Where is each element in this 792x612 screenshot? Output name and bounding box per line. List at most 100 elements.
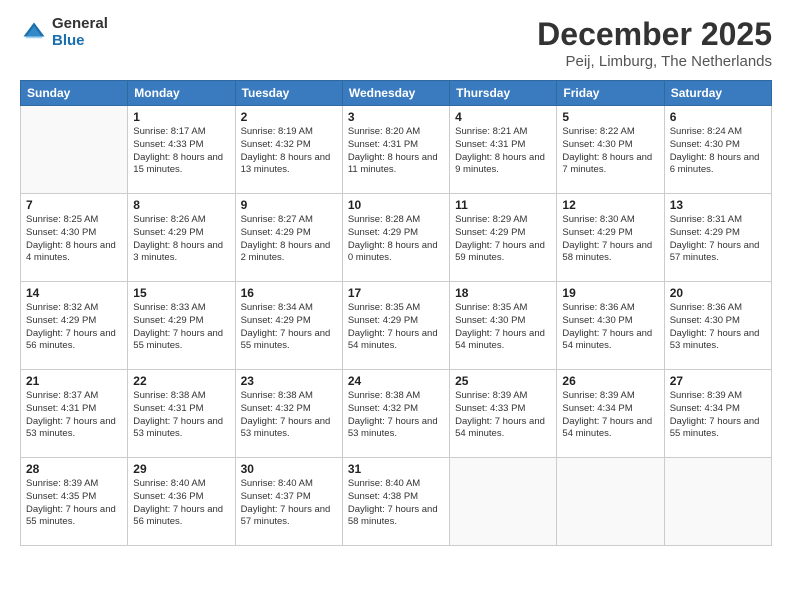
day-info: Sunrise: 8:35 AMSunset: 4:30 PMDaylight:… <box>455 302 551 353</box>
day-number: 2 <box>241 110 337 124</box>
day-info: Sunrise: 8:28 AMSunset: 4:29 PMDaylight:… <box>348 214 444 265</box>
day-number: 9 <box>241 198 337 212</box>
day-header: Sunday <box>21 81 128 106</box>
day-info: Sunrise: 8:17 AMSunset: 4:33 PMDaylight:… <box>133 126 229 177</box>
day-info: Sunrise: 8:39 AMSunset: 4:35 PMDaylight:… <box>26 478 122 529</box>
day-number: 20 <box>670 286 766 300</box>
day-cell: 15 Sunrise: 8:33 AMSunset: 4:29 PMDayligh… <box>128 282 235 370</box>
day-cell: 9 Sunrise: 8:27 AMSunset: 4:29 PMDaylight… <box>235 194 342 282</box>
day-number: 27 <box>670 374 766 388</box>
day-info: Sunrise: 8:21 AMSunset: 4:31 PMDaylight:… <box>455 126 551 177</box>
day-info: Sunrise: 8:27 AMSunset: 4:29 PMDaylight:… <box>241 214 337 265</box>
day-number: 6 <box>670 110 766 124</box>
day-cell: 12Sunrise: 8:30 AMSunset: 4:29 PMDayligh… <box>557 194 664 282</box>
day-cell <box>21 106 128 194</box>
day-header: Friday <box>557 81 664 106</box>
day-number: 5 <box>562 110 658 124</box>
day-info: Sunrise: 8:33 AMSunset: 4:29 PMDaylight:… <box>133 302 229 353</box>
day-cell: 31Sunrise: 8:40 AMSunset: 4:38 PMDayligh… <box>342 458 449 546</box>
day-number: 23 <box>241 374 337 388</box>
day-info: Sunrise: 8:38 AMSunset: 4:31 PMDaylight:… <box>133 390 229 441</box>
day-number: 30 <box>241 462 337 476</box>
day-number: 11 <box>455 198 551 212</box>
week-row: 21 Sunrise: 8:37 AMSunset: 4:31 PMDayligh… <box>21 370 772 458</box>
day-number: 28 <box>26 462 122 476</box>
day-info: Sunrise: 8:38 AMSunset: 4:32 PMDaylight:… <box>241 390 337 441</box>
day-number: 1 <box>133 110 229 124</box>
day-cell: 17 Sunrise: 8:35 AMSunset: 4:29 PMDayligh… <box>342 282 449 370</box>
day-info: Sunrise: 8:20 AMSunset: 4:31 PMDaylight:… <box>348 126 444 177</box>
day-number: 7 <box>26 198 122 212</box>
day-cell: 4Sunrise: 8:21 AMSunset: 4:31 PMDaylight… <box>450 106 557 194</box>
day-info: Sunrise: 8:19 AMSunset: 4:32 PMDaylight:… <box>241 126 337 177</box>
day-info: Sunrise: 8:40 AMSunset: 4:38 PMDaylight:… <box>348 478 444 529</box>
day-info: Sunrise: 8:40 AMSunset: 4:36 PMDaylight:… <box>133 478 229 529</box>
day-cell: 24 Sunrise: 8:38 AMSunset: 4:32 PMDayligh… <box>342 370 449 458</box>
day-cell: 6 Sunrise: 8:24 AMSunset: 4:30 PMDaylight… <box>664 106 771 194</box>
week-row: 1 Sunrise: 8:17 AMSunset: 4:33 PMDaylight… <box>21 106 772 194</box>
week-row: 28 Sunrise: 8:39 AMSunset: 4:35 PMDayligh… <box>21 458 772 546</box>
day-number: 15 <box>133 286 229 300</box>
day-number: 18 <box>455 286 551 300</box>
day-number: 17 <box>348 286 444 300</box>
day-number: 24 <box>348 374 444 388</box>
day-cell: 14 Sunrise: 8:32 AMSunset: 4:29 PMDayligh… <box>21 282 128 370</box>
day-cell: 13Sunrise: 8:31 AMSunset: 4:29 PMDayligh… <box>664 194 771 282</box>
day-number: 16 <box>241 286 337 300</box>
day-info: Sunrise: 8:32 AMSunset: 4:29 PMDaylight:… <box>26 302 122 353</box>
subtitle: Peij, Limburg, The Netherlands <box>537 53 772 70</box>
day-info: Sunrise: 8:37 AMSunset: 4:31 PMDaylight:… <box>26 390 122 441</box>
day-info: Sunrise: 8:36 AMSunset: 4:30 PMDaylight:… <box>562 302 658 353</box>
day-number: 10 <box>348 198 444 212</box>
day-cell: 26 Sunrise: 8:39 AMSunset: 4:34 PMDayligh… <box>557 370 664 458</box>
day-cell: 22 Sunrise: 8:38 AMSunset: 4:31 PMDayligh… <box>128 370 235 458</box>
day-info: Sunrise: 8:31 AMSunset: 4:29 PMDaylight:… <box>670 214 766 265</box>
header-row: SundayMondayTuesdayWednesdayThursdayFrid… <box>21 81 772 106</box>
day-info: Sunrise: 8:24 AMSunset: 4:30 PMDaylight:… <box>670 126 766 177</box>
day-number: 8 <box>133 198 229 212</box>
logo-general-text: General <box>52 16 108 33</box>
day-info: Sunrise: 8:25 AMSunset: 4:30 PMDaylight:… <box>26 214 122 265</box>
day-header: Saturday <box>664 81 771 106</box>
day-cell: 2 Sunrise: 8:19 AMSunset: 4:32 PMDaylight… <box>235 106 342 194</box>
day-cell <box>557 458 664 546</box>
day-cell <box>450 458 557 546</box>
day-info: Sunrise: 8:34 AMSunset: 4:29 PMDaylight:… <box>241 302 337 353</box>
logo-icon <box>20 19 48 47</box>
day-number: 14 <box>26 286 122 300</box>
day-cell: 20Sunrise: 8:36 AMSunset: 4:30 PMDayligh… <box>664 282 771 370</box>
day-cell: 28 Sunrise: 8:39 AMSunset: 4:35 PMDayligh… <box>21 458 128 546</box>
day-number: 21 <box>26 374 122 388</box>
page: General Blue December 2025 Peij, Limburg… <box>0 0 792 612</box>
day-cell: 1 Sunrise: 8:17 AMSunset: 4:33 PMDaylight… <box>128 106 235 194</box>
day-cell: 3Sunrise: 8:20 AMSunset: 4:31 PMDaylight… <box>342 106 449 194</box>
day-cell: 11 Sunrise: 8:29 AMSunset: 4:29 PMDayligh… <box>450 194 557 282</box>
day-info: Sunrise: 8:30 AMSunset: 4:29 PMDaylight:… <box>562 214 658 265</box>
day-cell: 27 Sunrise: 8:39 AMSunset: 4:34 PMDayligh… <box>664 370 771 458</box>
logo-blue-text: Blue <box>52 33 108 50</box>
day-number: 19 <box>562 286 658 300</box>
day-header: Monday <box>128 81 235 106</box>
logo-text: General Blue <box>52 16 108 49</box>
day-number: 22 <box>133 374 229 388</box>
header: General Blue December 2025 Peij, Limburg… <box>20 16 772 70</box>
day-cell: 5 Sunrise: 8:22 AMSunset: 4:30 PMDaylight… <box>557 106 664 194</box>
day-cell: 10 Sunrise: 8:28 AMSunset: 4:29 PMDayligh… <box>342 194 449 282</box>
day-info: Sunrise: 8:39 AMSunset: 4:34 PMDaylight:… <box>562 390 658 441</box>
day-number: 26 <box>562 374 658 388</box>
day-info: Sunrise: 8:39 AMSunset: 4:33 PMDaylight:… <box>455 390 551 441</box>
day-cell: 25Sunrise: 8:39 AMSunset: 4:33 PMDayligh… <box>450 370 557 458</box>
day-cell: 29 Sunrise: 8:40 AMSunset: 4:36 PMDayligh… <box>128 458 235 546</box>
main-title: December 2025 <box>537 16 772 53</box>
day-info: Sunrise: 8:38 AMSunset: 4:32 PMDaylight:… <box>348 390 444 441</box>
day-info: Sunrise: 8:29 AMSunset: 4:29 PMDaylight:… <box>455 214 551 265</box>
day-info: Sunrise: 8:35 AMSunset: 4:29 PMDaylight:… <box>348 302 444 353</box>
day-cell: 7 Sunrise: 8:25 AMSunset: 4:30 PMDaylight… <box>21 194 128 282</box>
day-number: 29 <box>133 462 229 476</box>
day-info: Sunrise: 8:39 AMSunset: 4:34 PMDaylight:… <box>670 390 766 441</box>
day-cell <box>664 458 771 546</box>
day-info: Sunrise: 8:22 AMSunset: 4:30 PMDaylight:… <box>562 126 658 177</box>
day-header: Thursday <box>450 81 557 106</box>
week-row: 7 Sunrise: 8:25 AMSunset: 4:30 PMDaylight… <box>21 194 772 282</box>
day-cell: 8Sunrise: 8:26 AMSunset: 4:29 PMDaylight… <box>128 194 235 282</box>
